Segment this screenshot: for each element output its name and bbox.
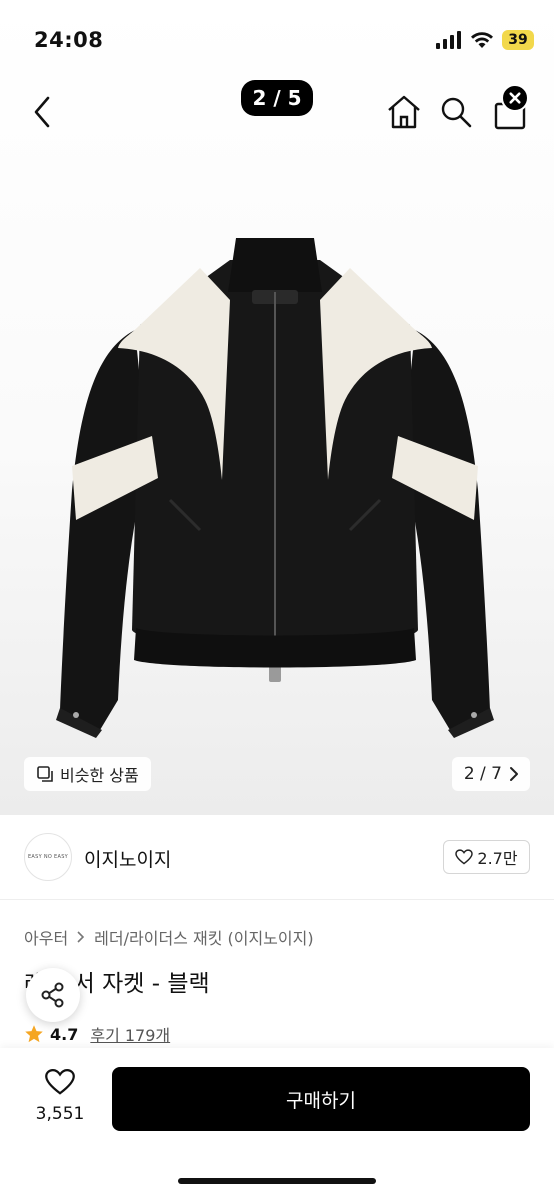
signal-icon — [436, 31, 461, 49]
back-icon[interactable] — [26, 92, 60, 132]
rating-row: 4.7 후기 179개 — [24, 1022, 170, 1046]
wish-count: 3,551 — [35, 1104, 85, 1124]
similar-products-button[interactable]: 비슷한 상품 — [24, 757, 151, 791]
share-icon — [41, 982, 64, 1008]
status-time: 24:08 — [34, 28, 104, 52]
buy-button[interactable]: 구매하기 — [112, 1067, 530, 1131]
home-indicator — [178, 1178, 376, 1184]
brand-name[interactable]: 이지노이지 — [84, 845, 171, 872]
battery-indicator: 39 — [502, 30, 534, 50]
bottom-action-bar: 3,551 구매하기 — [0, 1048, 554, 1200]
heart-icon — [45, 1068, 75, 1095]
brand-like-count: 2.7만 — [477, 849, 518, 868]
home-icon[interactable] — [384, 92, 424, 132]
similar-icon — [37, 766, 53, 782]
wish-button[interactable]: 3,551 — [24, 1068, 96, 1124]
brand-like-button[interactable]: 2.7만 — [443, 840, 530, 874]
breadcrumb-item[interactable]: 아우터 — [24, 925, 68, 949]
star-icon — [25, 1025, 43, 1043]
image-counter-label: 2 / 7 — [463, 764, 502, 784]
status-bar: 24:08 39 — [0, 0, 554, 80]
rating-value: 4.7 — [50, 1024, 79, 1044]
chevron-right-icon — [510, 767, 518, 781]
breadcrumb: 아우터 레더/라이더스 재킷 (이지노이지) — [24, 925, 314, 949]
similar-label: 비슷한 상품 — [60, 766, 139, 785]
chevron-right-icon — [77, 931, 85, 943]
wifi-icon — [471, 32, 493, 48]
breadcrumb-item[interactable]: 레더/라이더스 재킷 (이지노이지) — [94, 925, 313, 949]
product-image — [56, 238, 494, 738]
page-indicator: 2 / 5 — [241, 80, 313, 116]
heart-icon — [455, 849, 474, 865]
status-icons: 39 — [436, 30, 534, 50]
close-icon[interactable] — [501, 84, 529, 112]
brand-row[interactable]: EASY NO EASY 이지노이지 2.7만 — [0, 815, 554, 900]
brand-logo-text: EASY NO EASY — [27, 854, 69, 860]
reviews-link[interactable]: 후기 179개 — [90, 1022, 170, 1046]
image-counter-button[interactable]: 2 / 7 — [451, 757, 530, 791]
brand-logo[interactable]: EASY NO EASY — [24, 833, 72, 881]
search-icon[interactable] — [438, 92, 474, 132]
product-image-area[interactable]: 24:08 39 2 / 5 비슷한 상품 2 / 7 — [0, 0, 554, 815]
share-button[interactable] — [26, 968, 80, 1022]
